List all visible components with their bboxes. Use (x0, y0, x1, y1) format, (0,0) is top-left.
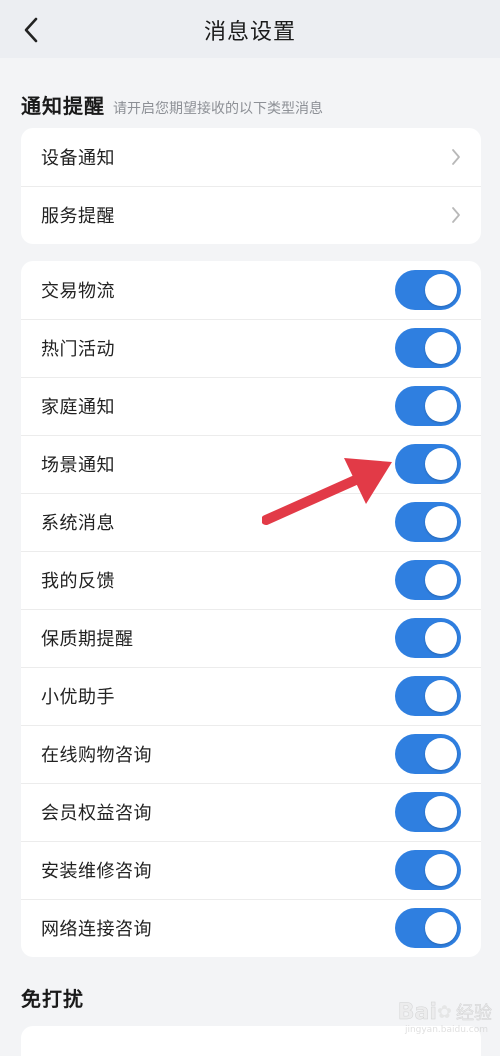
nav-item-device-notice[interactable]: 设备通知 (21, 128, 481, 186)
toggle-switch[interactable] (395, 792, 461, 832)
watermark-sub: jingyan.baidu.com (404, 1025, 488, 1035)
top-bar: 消息设置 (0, 0, 500, 58)
watermark-text: 经验 (456, 1003, 493, 1025)
row-label: 系统消息 (41, 513, 115, 534)
watermark-logo: Bai (397, 999, 437, 1025)
toggle-switch[interactable] (395, 676, 461, 716)
toggle-switch[interactable] (395, 908, 461, 948)
toggle-row: 我的反馈 (21, 551, 481, 609)
row-label: 小优助手 (41, 687, 115, 708)
toggle-switch[interactable] (395, 502, 461, 542)
row-label: 服务提醒 (41, 206, 115, 227)
toggle-knob (425, 912, 457, 944)
toggle-card: 交易物流 热门活动 家庭通知 场景通知 系统消息 我的反馈 保质期提醒 小优助手… (21, 261, 481, 957)
toggle-knob (425, 506, 457, 538)
page-title: 消息设置 (203, 20, 296, 45)
row-label: 安装维修咨询 (41, 861, 152, 882)
toggle-row: 小优助手 (21, 667, 481, 725)
toggle-knob (425, 274, 457, 306)
toggle-switch[interactable] (395, 444, 461, 484)
section-title: 免打扰 (21, 987, 84, 1011)
toggle-knob (425, 390, 457, 422)
chevron-right-icon (452, 149, 460, 165)
row-label: 家庭通知 (41, 397, 115, 418)
row-label: 我的反馈 (41, 571, 115, 592)
toggle-knob (425, 680, 457, 712)
watermark: Bai ✿ 经验 jingyan.baidu.com (397, 999, 493, 1035)
toggle-row: 保质期提醒 (21, 609, 481, 667)
section-title: 通知提醒 (21, 94, 105, 118)
toggle-row: 场景通知 (21, 435, 481, 493)
row-label: 保质期提醒 (41, 629, 134, 650)
annotation-arrow-icon (262, 458, 392, 525)
toggle-switch[interactable] (395, 734, 461, 774)
notifications-section-header: 通知提醒 请开启您期望接收的以下类型消息 (21, 90, 323, 119)
row-label: 在线购物咨询 (41, 745, 152, 766)
dnd-section-header: 免打扰 (21, 983, 84, 1012)
toggle-row: 网络连接咨询 (21, 899, 481, 957)
toggle-row: 系统消息 (21, 493, 481, 551)
toggle-knob (425, 622, 457, 654)
row-label: 网络连接咨询 (41, 919, 152, 940)
section-subtitle: 请开启您期望接收的以下类型消息 (113, 101, 323, 117)
nav-item-service-reminder[interactable]: 服务提醒 (21, 186, 481, 244)
toggle-row: 在线购物咨询 (21, 725, 481, 783)
nav-card: 设备通知 服务提醒 (21, 128, 481, 244)
toggle-switch[interactable] (395, 560, 461, 600)
row-label: 热门活动 (41, 339, 115, 360)
toggle-row: 会员权益咨询 (21, 783, 481, 841)
toggle-switch[interactable] (395, 270, 461, 310)
toggle-knob (425, 738, 457, 770)
toggle-knob (425, 332, 457, 364)
toggle-switch[interactable] (395, 850, 461, 890)
row-label: 会员权益咨询 (41, 803, 152, 824)
row-label: 场景通知 (41, 455, 115, 476)
toggle-knob (425, 448, 457, 480)
toggle-knob (425, 854, 457, 886)
toggle-row: 安装维修咨询 (21, 841, 481, 899)
toggle-row: 交易物流 (21, 261, 481, 319)
row-label: 交易物流 (41, 281, 115, 302)
row-label: 设备通知 (41, 148, 115, 169)
paw-icon: ✿ (436, 1001, 452, 1023)
toggle-switch[interactable] (395, 618, 461, 658)
chevron-right-icon (452, 207, 460, 223)
toggle-switch[interactable] (395, 386, 461, 426)
toggle-row: 热门活动 (21, 319, 481, 377)
toggle-knob (425, 564, 457, 596)
toggle-switch[interactable] (395, 328, 461, 368)
toggle-row: 家庭通知 (21, 377, 481, 435)
toggle-knob (425, 796, 457, 828)
